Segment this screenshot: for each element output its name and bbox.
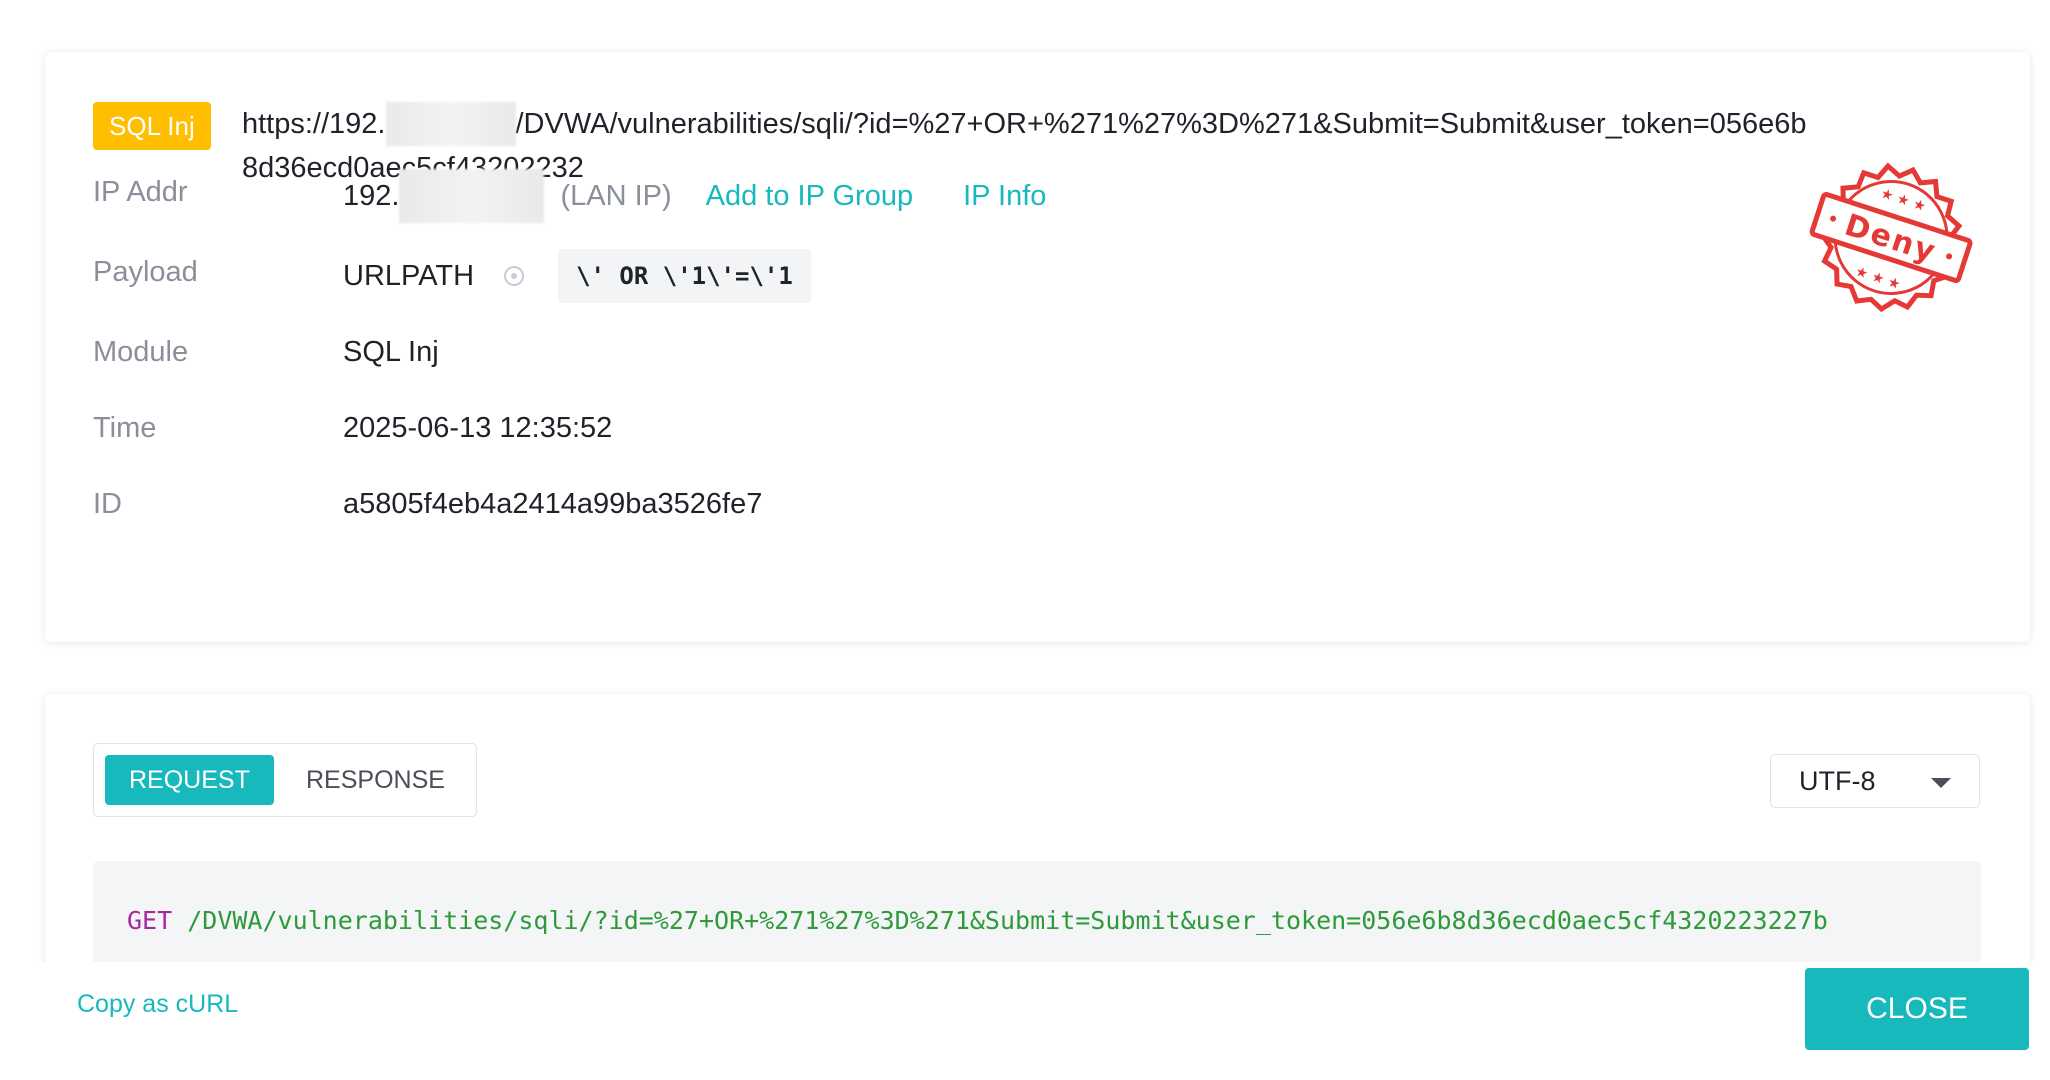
ip-addr-label: IP Addr	[93, 176, 188, 208]
redacted-ip-mask	[399, 169, 545, 223]
payload-value: \' OR \'1\'=\'1	[558, 249, 811, 303]
time-label: Time	[93, 412, 157, 444]
request-method: GET	[127, 906, 173, 935]
caret-down-icon	[1931, 778, 1951, 788]
request-response-card: REQUEST RESPONSE UTF-8 GET /DVWA/vulnera…	[45, 694, 2030, 962]
payload-location: URLPATH	[343, 259, 475, 292]
request-line: GET /DVWA/vulnerabilities/sqli/?id=%27+O…	[127, 899, 1828, 943]
ip-network-type: (LAN IP)	[560, 179, 672, 212]
copy-as-curl-link[interactable]: Copy as cURL	[77, 990, 238, 1019]
attack-type-tag: SQL Inj	[93, 102, 211, 150]
ip-info-link[interactable]: IP Info	[963, 180, 1046, 213]
id-value: a5805f4eb4a2414a99ba3526fe7	[343, 488, 763, 520]
add-to-ip-group-link[interactable]: Add to IP Group	[706, 180, 913, 213]
tab-response[interactable]: RESPONSE	[282, 755, 469, 805]
encoding-value: UTF-8	[1799, 766, 1876, 796]
payload-row: URLPATH \' OR \'1\'=\'1	[343, 249, 811, 303]
request-raw-block: GET /DVWA/vulnerabilities/sqli/?id=%27+O…	[93, 861, 1981, 962]
dialog-scroll-area[interactable]: SQL Inj https://192. /DVWA/vulnerabilitie…	[0, 0, 2050, 962]
encoding-select[interactable]: UTF-8	[1770, 754, 1980, 808]
time-value: 2025-06-13 12:35:52	[343, 412, 613, 444]
attack-detail-dialog: SQL Inj https://192. /DVWA/vulnerabilitie…	[0, 0, 2050, 1080]
dialog-footer: Copy as cURL CLOSE	[0, 962, 2050, 1080]
deny-stamp-icon: Deny ★ ★ ★ ★ ★ ★	[1809, 162, 1973, 313]
url-prefix: https://192.	[242, 108, 386, 140]
request-response-tabs: REQUEST RESPONSE	[93, 743, 477, 817]
info-circle-icon[interactable]	[504, 266, 525, 286]
module-label: Module	[93, 336, 189, 368]
request-path: /DVWA/vulnerabilities/sqli/?id=%27+OR+%2…	[187, 906, 1828, 935]
redacted-ip-mask	[385, 102, 516, 146]
id-label: ID	[93, 488, 122, 520]
payload-label: Payload	[93, 256, 198, 288]
attack-info-card: SQL Inj https://192./DVWA/vulnerabilitie…	[45, 52, 2030, 642]
ip-addr-value: 192.	[343, 179, 400, 212]
ip-addr-row: 192. (LAN IP) Add to IP Group IP Info	[343, 169, 1046, 223]
tab-request[interactable]: REQUEST	[105, 755, 274, 805]
close-button[interactable]: CLOSE	[1805, 968, 2029, 1050]
module-value: SQL Inj	[343, 336, 439, 368]
svg-text:★ ★ ★: ★ ★ ★	[1853, 264, 1902, 294]
